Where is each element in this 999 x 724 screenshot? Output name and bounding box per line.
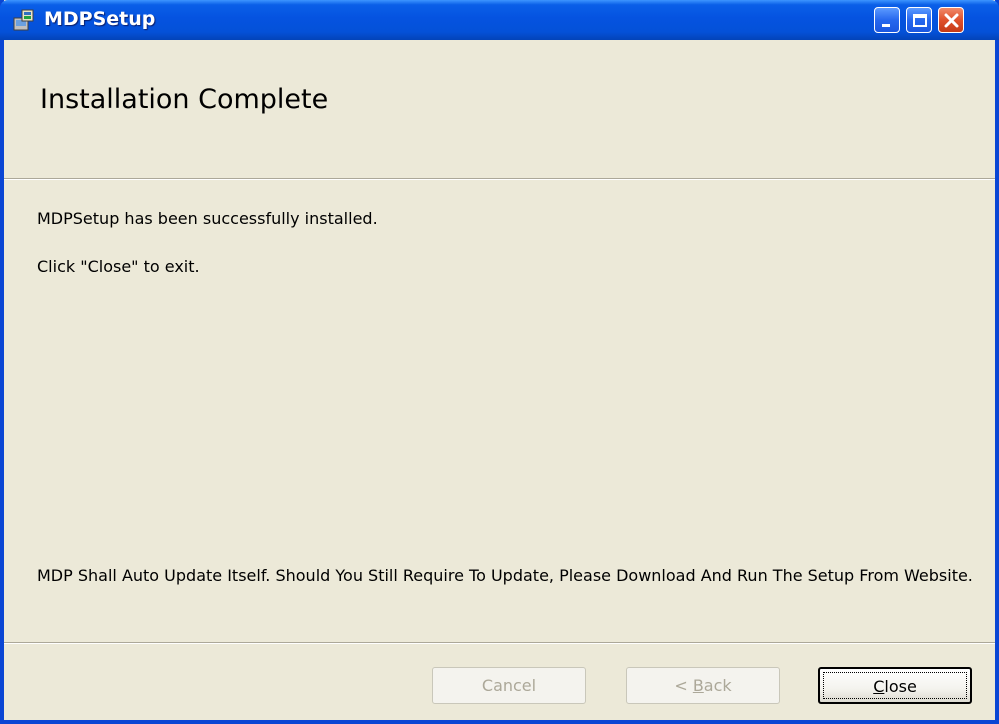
- minimize-button[interactable]: [874, 7, 900, 33]
- success-message: MDPSetup has been successfully installed…: [37, 209, 378, 228]
- page-title: Installation Complete: [40, 84, 329, 115]
- close-icon: [944, 13, 959, 28]
- update-note: MDP Shall Auto Update Itself. Should You…: [37, 566, 973, 585]
- title-bar[interactable]: MDPSetup: [0, 0, 999, 40]
- window-title: MDPSetup: [44, 8, 156, 30]
- setup-installer-icon: [12, 8, 36, 32]
- back-button[interactable]: < Back: [626, 667, 780, 704]
- setup-window: MDPSetup Installation Complete MDPSetup …: [0, 0, 999, 724]
- cancel-button[interactable]: Cancel: [432, 667, 586, 704]
- close-button[interactable]: Close: [818, 667, 972, 704]
- close-window-button[interactable]: [938, 7, 964, 33]
- minimize-icon: [882, 24, 890, 27]
- close-button-label: Close: [873, 677, 917, 696]
- maximize-icon: [913, 14, 927, 27]
- exit-instruction: Click "Close" to exit.: [37, 257, 200, 276]
- maximize-button[interactable]: [906, 7, 932, 33]
- divider: [4, 179, 995, 180]
- back-button-label: < Back: [674, 676, 732, 695]
